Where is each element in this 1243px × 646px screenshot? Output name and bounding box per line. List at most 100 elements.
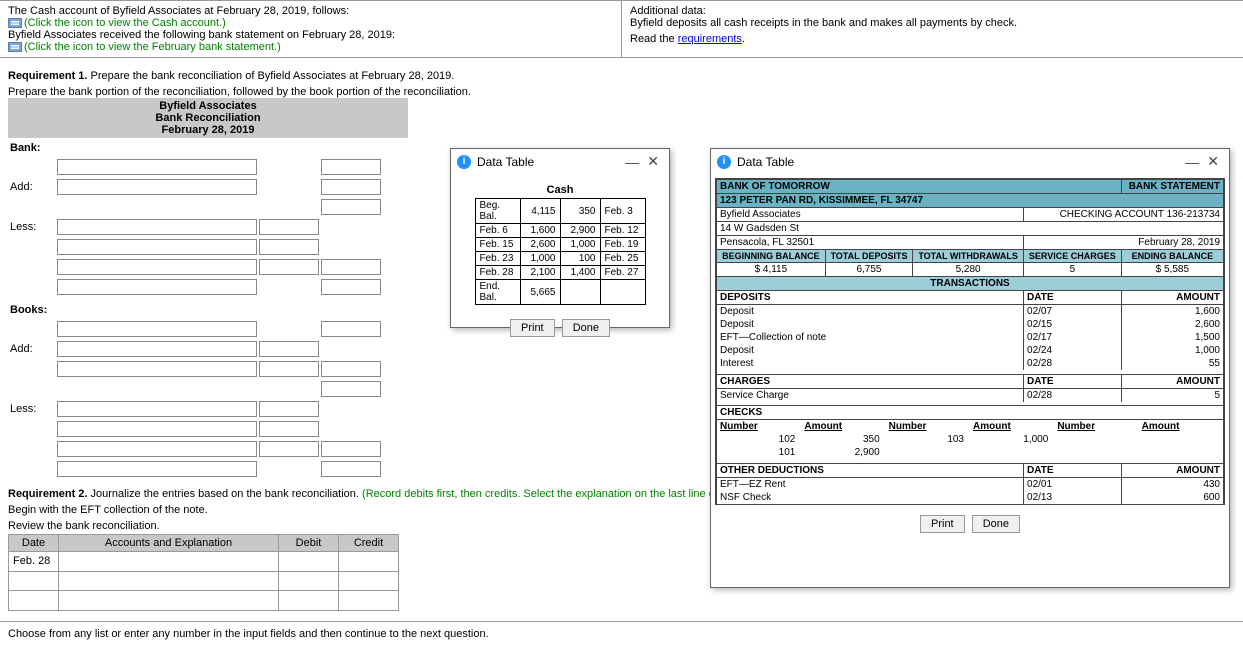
bank-section: Bank: Add: Less: [8,138,383,298]
top-section: The Cash account of Byfield Associates a… [0,0,1243,58]
transactions-header: TRANSACTIONS [717,277,1224,291]
req2-heading: Requirement 2. [8,488,87,500]
journal-entry-table: Date Accounts and Explanation Debit Cred… [8,534,399,611]
customer-addr-2: Pensacola, FL 32501 [717,236,1024,250]
je-debit-input-1[interactable] [283,554,334,568]
bank-less-total[interactable] [321,259,381,275]
bank-add-amt[interactable] [321,179,381,195]
req1-heading: Requirement 1. [8,70,87,82]
recon-date: February 28, 2019 [162,124,255,136]
je-credit-input-3[interactable] [343,593,394,607]
bank-statement-link[interactable]: (Click the icon to view the February ban… [24,41,281,53]
cash-data-popup: i Data Table — ✕ Cash Beg. Bal.4,115350F… [450,148,670,328]
bank-desc-input[interactable] [57,159,257,175]
books-adj-desc[interactable] [57,461,257,477]
bank-less-amt-1a[interactable] [259,219,319,235]
bank-less-desc-3[interactable] [57,259,257,275]
statement-table: BANK OF TOMORROWBANK STATEMENT 123 PETER… [716,179,1224,504]
minimize-icon[interactable]: — [621,154,643,170]
je-acct-input-2[interactable] [63,574,274,588]
je-credit-input-1[interactable] [343,554,394,568]
books-add-amt-2a[interactable] [259,361,319,377]
bank-add-desc[interactable] [57,179,257,195]
je-debit-input-2[interactable] [283,574,334,588]
bank-amt-input[interactable] [321,159,381,175]
books-less-total[interactable] [321,441,381,457]
je-debit-input-3[interactable] [283,593,334,607]
bank-less-desc-2[interactable] [57,239,257,255]
bank-name: BANK OF TOMORROW [717,180,1122,194]
close-icon[interactable]: ✕ [643,153,663,170]
books-less-desc-1[interactable] [57,401,257,417]
books-add-desc-1[interactable] [57,341,257,357]
bank-adj-desc[interactable] [57,279,257,295]
je-credit-input-2[interactable] [343,574,394,588]
intro-line-2: Byfield Associates received the followin… [8,29,613,41]
bank-less-amt-2a[interactable] [259,239,319,255]
books-add-desc-2[interactable] [57,361,257,377]
info-icon: i [457,155,471,169]
books-amt-input[interactable] [321,321,381,337]
je-acct-header: Accounts and Explanation [59,535,279,552]
recon-company: Byfield Associates [159,100,256,112]
popup-cash-title: Data Table [477,155,621,169]
add-label-2: Add: [10,340,55,358]
books-subtotal[interactable] [321,381,381,397]
books-add-amt-1a[interactable] [259,341,319,357]
je-date-cell: Feb. 28 [9,552,59,572]
recon-title: Bank Reconciliation [155,112,260,124]
print-button[interactable]: Print [920,515,965,533]
je-acct-input-3[interactable] [63,593,274,607]
books-less-desc-2[interactable] [57,421,257,437]
requirements-link[interactable]: requirements [678,33,742,45]
je-date-header: Date [9,535,59,552]
minimize-icon[interactable]: — [1181,154,1203,170]
done-button[interactable]: Done [562,319,610,337]
less-label-2: Less: [10,400,55,418]
print-button[interactable]: Print [510,319,555,337]
customer-name: Byfield Associates [717,208,1024,222]
close-icon[interactable]: ✕ [1203,153,1223,170]
books-less-amt-1a[interactable] [259,401,319,417]
recon-header: Byfield Associates Bank Reconciliation F… [8,98,408,138]
additional-data-text: Byfield deposits all cash receipts in th… [630,17,1235,29]
bank-subtotal[interactable] [321,199,381,215]
done-button[interactable]: Done [972,515,1020,533]
cash-account-link[interactable]: (Click the icon to view the Cash account… [24,17,226,29]
req2-text: Journalize the entries based on the bank… [87,488,362,500]
main-content: Requirement 1. Prepare the bank reconcil… [0,58,1243,617]
je-debit-header: Debit [279,535,339,552]
read-the-label: Read the [630,33,678,45]
data-table-icon[interactable] [8,18,22,28]
books-less-desc-3[interactable] [57,441,257,457]
je-acct-input-1[interactable] [63,554,274,568]
bank-statement-label: BANK STATEMENT [1121,180,1223,194]
top-right: Additional data: Byfield deposits all ca… [622,1,1243,57]
books-section: Books: Add: Less: [8,300,383,480]
account-number: CHECKING ACCOUNT 136-213734 [1024,208,1224,222]
add-label-1: Add: [10,178,55,196]
books-add-total[interactable] [321,361,381,377]
req1-subtext: Prepare the bank portion of the reconcil… [8,86,1235,98]
books-less-amt-3a[interactable] [259,441,319,457]
bank-adj-amt[interactable] [321,279,381,295]
bank-less-amt-3a[interactable] [259,259,319,275]
info-icon: i [717,155,731,169]
je-credit-header: Credit [339,535,399,552]
books-adj-amt[interactable] [321,461,381,477]
cash-header: Cash [475,182,645,199]
bank-less-desc-1[interactable] [57,219,257,235]
top-left: The Cash account of Byfield Associates a… [0,1,622,57]
cash-t-account: Cash Beg. Bal.4,115350Feb. 3 Feb. 61,600… [475,182,646,305]
intro-line-1: The Cash account of Byfield Associates a… [8,5,613,17]
data-table-icon[interactable] [8,42,22,52]
books-less-amt-2a[interactable] [259,421,319,437]
popup-stmt-title: Data Table [737,155,1181,169]
books-label: Books: [10,304,47,316]
additional-data-label: Additional data: [630,5,1235,17]
less-label-1: Less: [10,218,55,236]
statement-box: BANK OF TOMORROWBANK STATEMENT 123 PETER… [715,178,1225,505]
books-desc-input[interactable] [57,321,257,337]
req1-text: Prepare the bank reconciliation of Byfie… [87,70,454,82]
bank-address: 123 PETER PAN RD, KISSIMMEE, FL 34747 [717,194,1224,208]
